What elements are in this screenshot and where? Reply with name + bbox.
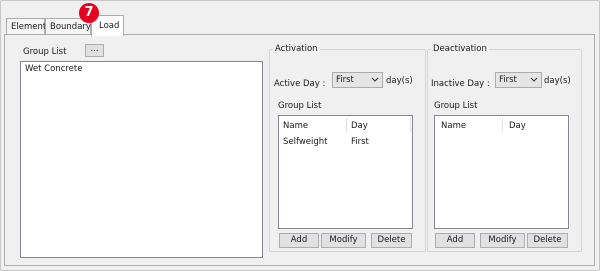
- tab-element-label: Element: [11, 22, 47, 32]
- activation-title: Activation: [273, 44, 320, 54]
- tab-load-label: Load: [99, 21, 120, 31]
- active-day-label: Active Day :: [274, 79, 326, 89]
- column-header-day[interactable]: Day: [351, 121, 368, 131]
- group-listbox[interactable]: Wet Concrete: [20, 61, 263, 258]
- deactivation-title: Deactivation: [431, 44, 489, 54]
- column-separator: [502, 118, 503, 132]
- activation-group-list-label: Group List: [278, 101, 322, 111]
- group-browse-button[interactable]: ...: [85, 44, 104, 57]
- deactivation-table[interactable]: Name Day: [434, 115, 569, 229]
- activation-table[interactable]: Name Day Selfweight First: [278, 115, 413, 229]
- column-header-name[interactable]: Name: [441, 121, 466, 131]
- column-header-day[interactable]: Day: [509, 121, 526, 131]
- active-day-value: First: [336, 75, 354, 85]
- deactivation-group-list-label: Group List: [434, 101, 478, 111]
- active-day-select[interactable]: First: [332, 72, 383, 88]
- deactivation-modify-button[interactable]: Modify: [480, 233, 525, 248]
- activation-add-button[interactable]: Add: [279, 233, 319, 248]
- step-number-badge: 7: [79, 3, 99, 23]
- table-cell-name[interactable]: Selfweight: [283, 137, 328, 147]
- load-tab-panel: Group List ... Wet Concrete Activation A…: [4, 34, 595, 266]
- group-list-label: Group List: [23, 47, 67, 57]
- deactivation-add-button[interactable]: Add: [435, 233, 475, 248]
- active-day-unit: day(s): [386, 76, 413, 86]
- column-separator: [346, 118, 347, 132]
- inactive-day-label: Inactive Day :: [431, 79, 490, 89]
- column-separator: [410, 118, 411, 132]
- deactivation-delete-button[interactable]: Delete: [527, 233, 568, 248]
- list-item[interactable]: Wet Concrete: [25, 64, 82, 74]
- tab-element[interactable]: Element: [6, 18, 47, 35]
- inactive-day-value: First: [499, 75, 517, 85]
- inactive-day-unit: day(s): [544, 76, 571, 86]
- activation-modify-button[interactable]: Modify: [321, 233, 366, 248]
- tab-boundary-label: Boundary: [50, 22, 91, 32]
- chevron-down-icon: [530, 77, 538, 82]
- activation-delete-button[interactable]: Delete: [371, 233, 412, 248]
- table-cell-day[interactable]: First: [351, 137, 369, 147]
- inactive-day-select[interactable]: First: [495, 72, 542, 88]
- column-header-name[interactable]: Name: [283, 121, 308, 131]
- chevron-down-icon: [371, 77, 379, 82]
